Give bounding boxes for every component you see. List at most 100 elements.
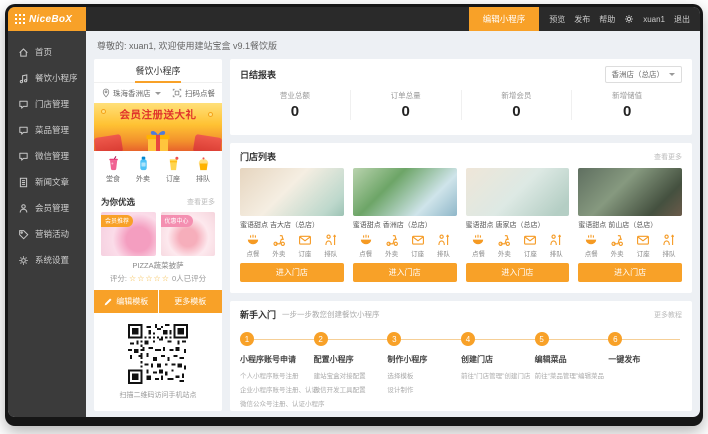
queue-icon: [437, 233, 451, 247]
product-tag: 优惠中心: [161, 215, 193, 227]
store-photo[interactable]: [353, 168, 457, 216]
bowl-icon: [471, 233, 485, 247]
qr-code: [128, 324, 188, 384]
sidebar-item-marketing[interactable]: 营销活动: [8, 221, 86, 247]
shortcut-takeout[interactable]: 外卖: [128, 155, 158, 191]
location-selector[interactable]: 珠海香洲店: [113, 88, 151, 99]
feature-queue[interactable]: 排队: [543, 233, 569, 258]
chat-bubble-icon: [18, 151, 29, 162]
step-link[interactable]: 微信开发工具配置: [314, 384, 388, 394]
step-link[interactable]: 前往“菜品管理”编辑菜品: [535, 370, 609, 380]
settings-gear-icon[interactable]: [624, 14, 634, 24]
enter-store-button[interactable]: 进入门店: [578, 263, 682, 282]
more-templates-button[interactable]: 更多模板: [159, 290, 223, 313]
chevron-down-icon: [669, 73, 675, 76]
enter-store-button[interactable]: 进入门店: [466, 263, 570, 282]
topbar-username[interactable]: xuan1: [643, 15, 665, 24]
sidebar-item-label: 菜品管理: [35, 124, 69, 136]
preview-tab[interactable]: 餐饮小程序: [94, 59, 222, 83]
preview-shortcuts: 堂食 外卖 订座 排队: [94, 151, 222, 191]
sidebar-item-member-management[interactable]: 会员管理: [8, 195, 86, 221]
metric-revenue: 营业总额 0: [240, 90, 351, 120]
step-link[interactable]: 微信公众号注册、认证小程序: [240, 398, 314, 408]
feature-queue[interactable]: 排队: [431, 233, 457, 258]
edit-template-button[interactable]: 编辑模板: [94, 290, 158, 313]
feature-order[interactable]: 点餐: [578, 233, 604, 258]
red-envelope-decoration: [94, 134, 123, 151]
shortcut-reservation[interactable]: 订座: [158, 155, 188, 191]
promo-banner[interactable]: 会员注册送大礼: [94, 103, 222, 151]
user-icon: [18, 203, 29, 214]
sidebar-item-system-settings[interactable]: 系统设置: [8, 247, 86, 273]
feature-takeout[interactable]: 外卖: [491, 233, 517, 258]
store-photo[interactable]: [466, 168, 570, 216]
store-list-card: 门店列表 查看更多 蜜语甜点 吉大店（总店） 点餐 外卖: [230, 143, 692, 293]
step-link[interactable]: 企业小程序账号注册、认证: [240, 384, 314, 394]
feature-queue[interactable]: 排队: [318, 233, 344, 258]
queue-icon: [662, 233, 676, 247]
store-name: 蜜语甜点 唐家店（总店）: [466, 220, 570, 230]
sidebar-item-dish-management[interactable]: 菜品管理: [8, 117, 86, 143]
sidebar-item-store-management[interactable]: 门店管理: [8, 91, 86, 117]
envelope-icon: [523, 233, 537, 247]
step-number-badge: 5: [535, 332, 549, 346]
topbar-link-help[interactable]: 帮助: [599, 14, 615, 25]
feature-takeout[interactable]: 外卖: [379, 233, 405, 258]
enter-store-button[interactable]: 进入门店: [353, 263, 457, 282]
scooter-icon: [610, 233, 624, 247]
metric-value: 0: [462, 103, 572, 120]
step-link[interactable]: 选择模板: [387, 370, 461, 380]
feature-takeout[interactable]: 外卖: [266, 233, 292, 258]
sidebar-item-home[interactable]: 首页: [8, 39, 86, 65]
sidebar-item-mini-program[interactable]: 餐饮小程序: [8, 65, 86, 91]
shortcut-queue[interactable]: 排队: [188, 155, 218, 191]
juice-icon: [165, 155, 182, 172]
store-card: 蜜语甜点 香洲店（总店） 点餐 外卖 订座 排队 进入门店: [353, 168, 457, 286]
step-link[interactable]: 个人小程序账号注册: [240, 370, 314, 380]
featured-title: 为你优选: [101, 196, 135, 208]
store-photo[interactable]: [240, 168, 344, 216]
enter-store-button[interactable]: 进入门店: [240, 263, 344, 282]
drink-cup-icon: [105, 155, 122, 172]
feature-takeout[interactable]: 外卖: [604, 233, 630, 258]
topbar-links: 预览 发布 帮助 xuan1 退出: [539, 7, 700, 31]
step-number-badge: 4: [461, 332, 475, 346]
guide-more-link[interactable]: 更多教程: [654, 310, 682, 320]
store-selector-dropdown[interactable]: 香洲店（总店）: [605, 66, 683, 83]
feature-order[interactable]: 点餐: [466, 233, 492, 258]
store-name: 蜜语甜点 香洲店（总店）: [353, 220, 457, 230]
featured-product-image[interactable]: 优惠中心: [161, 212, 216, 256]
shortcut-dine-in[interactable]: 堂食: [98, 155, 128, 191]
stores-more-link[interactable]: 查看更多: [654, 152, 682, 162]
feature-reservation[interactable]: 订座: [630, 233, 656, 258]
logo[interactable]: NiceBoX: [8, 7, 86, 31]
tag-icon: [18, 229, 29, 240]
feature-order[interactable]: 点餐: [240, 233, 266, 258]
sidebar: 首页 餐饮小程序 门店管理 菜品管理 微信管理: [8, 31, 86, 417]
feature-reservation[interactable]: 订座: [517, 233, 543, 258]
feature-order[interactable]: 点餐: [353, 233, 379, 258]
featured-more-link[interactable]: 查看更多: [187, 197, 215, 207]
edit-mini-program-button[interactable]: 编辑小程序: [469, 7, 540, 31]
topbar-link-preview[interactable]: 预览: [549, 14, 565, 25]
chat-bubble-icon: [18, 125, 29, 136]
mini-program-preview-card: 餐饮小程序 珠海香洲店 扫码点餐: [94, 59, 222, 411]
feature-queue[interactable]: 排队: [656, 233, 682, 258]
step-link[interactable]: 建站宝盒对接配置: [314, 370, 388, 380]
topbar-logout[interactable]: 退出: [674, 14, 690, 25]
metric-orders: 订单总量 0: [351, 90, 462, 120]
feature-reservation[interactable]: 订座: [405, 233, 431, 258]
location-pin-icon: [101, 88, 111, 98]
sidebar-item-wechat-management[interactable]: 微信管理: [8, 143, 86, 169]
logo-text: NiceBoX: [29, 14, 72, 25]
step-link[interactable]: 设计制作: [387, 384, 461, 394]
scan-order-button[interactable]: 扫码点餐: [172, 88, 215, 99]
feature-reservation[interactable]: 订座: [292, 233, 318, 258]
bottle-icon: [135, 155, 152, 172]
featured-product-image[interactable]: 会员推荐: [101, 212, 156, 256]
sidebar-item-news-articles[interactable]: 新闻文章: [8, 169, 86, 195]
step-number-badge: 2: [314, 332, 328, 346]
store-photo[interactable]: [578, 168, 682, 216]
topbar-link-publish[interactable]: 发布: [574, 14, 590, 25]
step-link[interactable]: 前往“门店管理”创建门店: [461, 370, 535, 380]
